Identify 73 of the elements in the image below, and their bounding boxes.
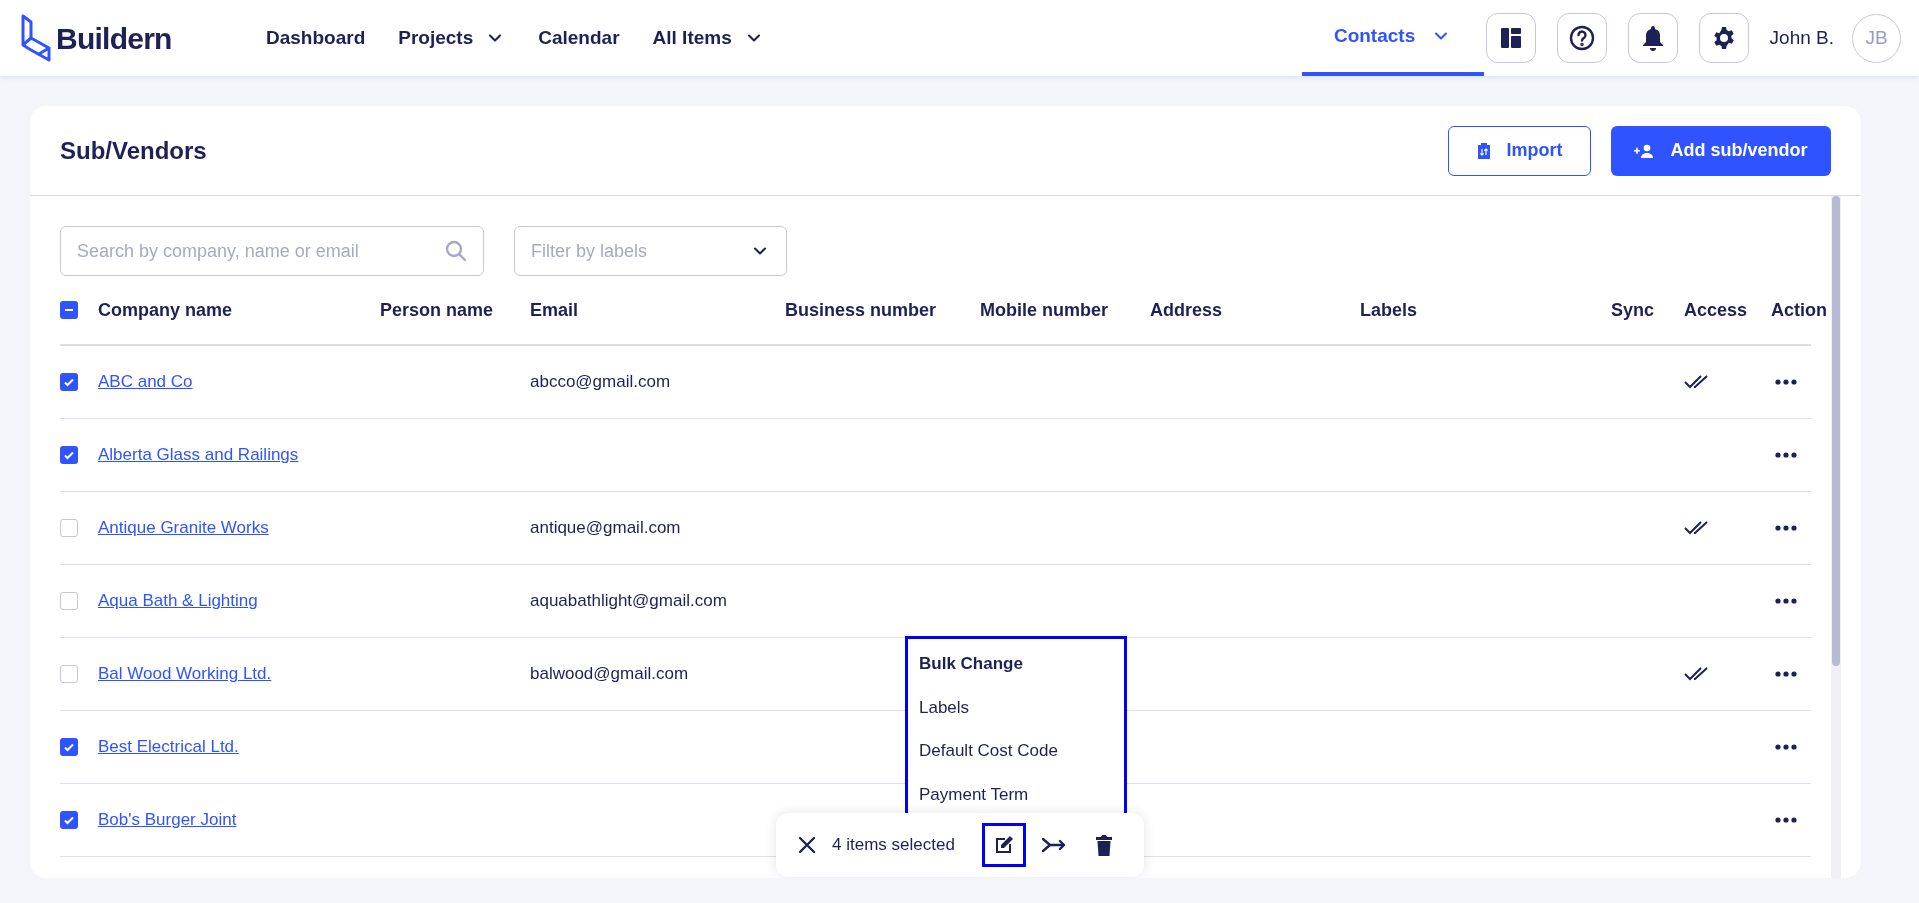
checkbox[interactable] [60, 519, 78, 537]
checkmark-icon [63, 741, 75, 753]
menu-item[interactable]: Labels [919, 694, 1113, 720]
column-header: Email [530, 298, 580, 322]
column-header: Access [1684, 298, 1749, 322]
brand-name: Buildern [56, 20, 172, 57]
user-name: John B. [1769, 25, 1834, 50]
clear-selection-button[interactable] [798, 836, 816, 854]
bell-icon [1641, 25, 1664, 51]
email-text: antique@gmail.com [530, 518, 681, 538]
company-link[interactable]: ABC and Co [98, 369, 193, 395]
nav-item[interactable]: Dashboard [266, 23, 366, 53]
search-field[interactable]: Search by company, name or email [60, 226, 484, 276]
company-link[interactable]: Antique Granite Works [98, 515, 269, 541]
more-options-icon[interactable] [1775, 598, 1797, 604]
more-options-icon[interactable] [1775, 817, 1797, 823]
more-options-icon[interactable] [1775, 671, 1797, 677]
column-header: Company name [98, 298, 234, 322]
checkmark-icon [63, 449, 75, 461]
column-header: Sync [1611, 298, 1656, 322]
nav-item[interactable]: Projects [398, 23, 506, 53]
checkbox[interactable] [60, 446, 78, 464]
checkbox[interactable] [60, 665, 78, 683]
menu-item[interactable]: Payment Term [919, 781, 1113, 807]
notifications-button[interactable] [1627, 13, 1678, 63]
clipboard-icon [1476, 142, 1491, 159]
company-link[interactable]: Alberta Glass and Railings [98, 442, 299, 468]
company-link[interactable]: Best Electrical Ltd. [98, 734, 239, 760]
layout-icon [1499, 27, 1522, 49]
company-link[interactable]: Aqua Bath & Lighting [98, 588, 258, 614]
more-options-icon[interactable] [1775, 452, 1797, 458]
settings-icon [1711, 26, 1736, 50]
menu-title: Bulk Change [919, 653, 1024, 675]
logo-icon [20, 13, 52, 63]
column-header: Labels [1360, 298, 1419, 322]
page-title: Sub/Vendors [60, 135, 207, 166]
column-header: Person name [380, 298, 495, 322]
add-person-icon [1634, 143, 1655, 158]
help-button[interactable] [1556, 13, 1607, 63]
menu-item[interactable]: Default Cost Code [919, 738, 1113, 764]
more-options-icon[interactable] [1775, 379, 1797, 385]
nav-item[interactable]: Calendar [538, 23, 620, 53]
contacts-tab[interactable]: Contacts [1301, 0, 1484, 76]
layout-button[interactable] [1485, 13, 1536, 63]
email-text: aquabathlight@gmail.com [530, 591, 727, 611]
checkbox[interactable] [60, 373, 78, 391]
import-button[interactable]: Import [1448, 125, 1591, 176]
checkmark-icon [63, 376, 75, 388]
nav-item[interactable]: All Items [652, 23, 764, 53]
column-header: Mobile number [980, 298, 1109, 322]
more-options-icon[interactable] [1775, 525, 1797, 531]
checkbox[interactable] [60, 301, 78, 319]
trash-icon [1093, 833, 1115, 857]
settings-button[interactable] [1698, 13, 1749, 63]
scrollbar[interactable] [1831, 196, 1841, 878]
company-link[interactable]: Bal Wood Working Ltd. [98, 661, 272, 687]
more-options-icon[interactable] [1775, 744, 1797, 750]
search-icon [444, 239, 468, 263]
column-header: Business number [785, 298, 938, 322]
company-link[interactable]: Bob's Burger Joint [98, 807, 237, 833]
checkbox[interactable] [60, 811, 78, 829]
selection-count: 4 items selected [832, 834, 956, 857]
checkbox[interactable] [60, 592, 78, 610]
email-text: abcco@gmail.com [530, 372, 671, 392]
checkmark-icon [63, 814, 75, 826]
add-sub-vendor-button[interactable]: Add sub/vendor [1611, 125, 1831, 176]
column-header: Address [1150, 298, 1224, 322]
email-text: balwood@gmail.com [530, 664, 689, 684]
close-icon [798, 836, 816, 854]
column-header: Action [1771, 298, 1827, 322]
bulk-action-button[interactable] [982, 823, 1026, 867]
help-icon [1568, 25, 1595, 51]
checkbox[interactable] [60, 738, 78, 756]
